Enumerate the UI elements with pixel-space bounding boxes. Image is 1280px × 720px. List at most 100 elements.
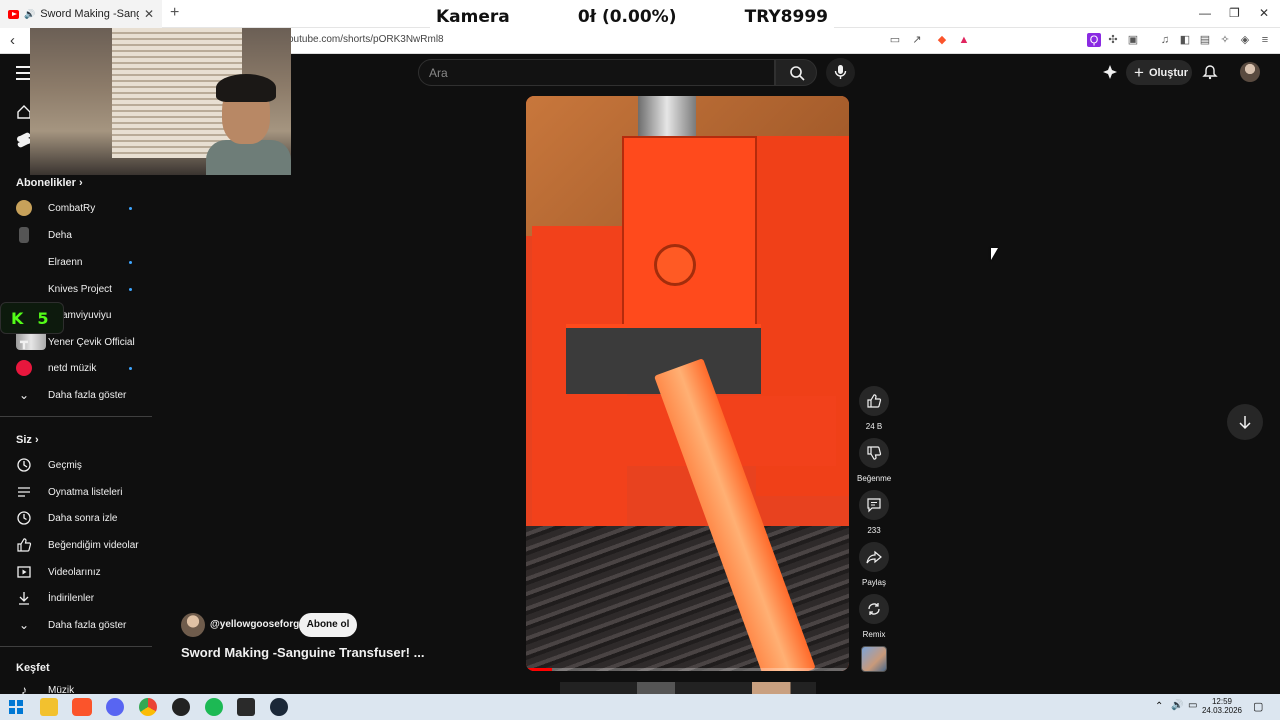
clock-time: 12:59 — [1211, 697, 1233, 706]
create-button[interactable]: + Oluştur — [1126, 60, 1192, 85]
close-tab-icon[interactable]: ✕ — [144, 7, 154, 21]
channel-avatar[interactable] — [181, 613, 205, 637]
thumbs-down-icon — [867, 446, 882, 460]
channel-name[interactable]: @yellowgooseforge — [210, 619, 305, 630]
spotify-icon[interactable] — [205, 698, 223, 716]
subscriptions-heading[interactable]: Abonelikler › — [16, 177, 83, 189]
brave-rewards-icon[interactable]: ▲ — [957, 33, 971, 47]
sidebar-item-yener-cevik[interactable]: ┳ Yener Çevik Official — [0, 329, 152, 355]
browser-tab[interactable]: 🔊 Sword Making -Sanguine Tra ✕ — [0, 0, 162, 28]
search-input[interactable]: Ara — [418, 59, 775, 86]
chevron-down-icon: ⌄ — [18, 618, 30, 632]
cast-icon[interactable]: ▭ — [888, 33, 902, 47]
obs-icon[interactable] — [172, 698, 190, 716]
you-heading[interactable]: Siz › — [16, 434, 39, 446]
leo-icon[interactable]: ✧ — [1218, 33, 1232, 47]
close-window-button[interactable]: ✕ — [1259, 6, 1269, 20]
share-action[interactable]: Paylaş — [857, 542, 891, 587]
sidebar-item-deha[interactable]: Deha — [0, 222, 152, 248]
sidebar-item-combatry[interactable]: CombatRy — [0, 195, 152, 221]
video-progress-bar[interactable] — [526, 668, 849, 671]
back-icon[interactable]: ‹ — [10, 32, 15, 49]
chevron-right-icon: › — [78, 177, 83, 189]
show-more-you[interactable]: ⌄ Daha fazla göster — [0, 612, 152, 638]
sidebar-item-history[interactable]: Geçmiş — [0, 452, 152, 478]
brave-shield-icon[interactable]: ◆ — [935, 33, 949, 47]
remix-action[interactable]: Remix — [857, 594, 891, 639]
remix-label: Remix — [862, 630, 886, 639]
file-explorer-icon[interactable] — [40, 698, 58, 716]
network-icon[interactable]: ▭ — [1188, 700, 1197, 711]
discord-icon[interactable] — [106, 698, 124, 716]
sidebar-item-netd-muzik[interactable]: netd müzik — [0, 355, 152, 381]
sidebar-icon[interactable]: ◧ — [1178, 33, 1192, 47]
sidebar-item-label: Videolarınız — [48, 566, 101, 578]
clock-date: 24.03.2026 — [1201, 706, 1243, 715]
sidebar-item-label: Yener Çevik Official — [48, 336, 135, 348]
sidebar-item-label: Knives Project — [48, 283, 112, 295]
youtube-favicon-icon — [8, 9, 19, 19]
extension-icon[interactable]: Ϙ — [1087, 33, 1101, 47]
sidebar-divider — [0, 416, 152, 417]
vpn-icon[interactable]: ◈ — [1238, 33, 1252, 47]
tab-search-icon[interactable]: ▣ — [1126, 33, 1140, 47]
windows-start-icon[interactable] — [9, 700, 23, 714]
new-content-dot — [129, 206, 132, 210]
volume-icon[interactable]: 🔊 — [1171, 700, 1183, 711]
sidebar-item-label: netd müzik — [48, 362, 97, 374]
chrome-icon[interactable] — [139, 698, 157, 716]
sidebar-item-elraenn[interactable]: Elraenn — [0, 249, 152, 275]
sound-thumbnail[interactable] — [861, 646, 887, 672]
video-title[interactable]: Sword Making -Sanguine Transfuser! ... — [181, 645, 424, 660]
tray-chevron-icon[interactable]: ⌃ — [1155, 701, 1163, 712]
video-scene-ram — [622, 136, 757, 326]
sidebar-item-label: Elraenn — [48, 256, 83, 268]
sidebar-item-playlists[interactable]: Oynatma listeleri — [0, 479, 152, 505]
notification-center-icon[interactable]: ▢ — [1253, 700, 1263, 713]
sidebar-item-knives-project[interactable]: Knives Project — [0, 276, 152, 302]
media-icon[interactable]: ♫ — [1158, 33, 1172, 47]
sidebar-item-your-videos[interactable]: Videolarınız — [0, 559, 152, 585]
subscribe-button[interactable]: Abone ol — [299, 613, 357, 637]
sidebar-item-label: CombatRy — [48, 202, 96, 214]
new-tab-button[interactable]: + — [170, 4, 179, 22]
puzzle-icon[interactable]: ✣ — [1106, 33, 1120, 47]
like-action[interactable]: 24 B — [857, 386, 891, 431]
sidebar-item-label: Deha — [48, 229, 72, 241]
epic-games-icon[interactable] — [237, 698, 255, 716]
sidebar-item-watch-later[interactable]: Daha sonra izle — [0, 505, 152, 531]
plus-icon: + — [1134, 62, 1144, 82]
sparkle-icon[interactable] — [1102, 64, 1118, 80]
comments-action[interactable]: 233 — [857, 490, 891, 535]
sidebar-item-label: Daha sonra izle — [48, 512, 118, 524]
next-short-button[interactable] — [1227, 404, 1263, 440]
search-button[interactable] — [775, 59, 817, 86]
account-avatar[interactable] — [1240, 62, 1260, 82]
share-page-icon[interactable]: ↗ — [910, 33, 924, 47]
kick-viewer-count: 5 — [37, 308, 49, 328]
speaker-icon[interactable]: 🔊 — [24, 9, 35, 20]
shorts-video-player[interactable] — [526, 96, 849, 671]
menu-icon[interactable]: ≡ — [1258, 33, 1272, 47]
clock[interactable]: 12:59 24.03.2026 — [1200, 697, 1244, 715]
like-icon — [17, 538, 32, 552]
wallet-icon[interactable]: ▤ — [1198, 33, 1212, 47]
restore-button[interactable]: ❐ — [1229, 6, 1240, 20]
create-label: Oluştur — [1148, 66, 1189, 79]
url-field[interactable]: outube.com/shorts/pORK3NwRml8 — [288, 34, 444, 45]
download-icon — [19, 592, 29, 605]
minimize-button[interactable]: — — [1199, 6, 1211, 20]
share-label: Paylaş — [861, 578, 886, 587]
notifications-bell-icon[interactable] — [1202, 64, 1218, 80]
steam-icon[interactable] — [270, 698, 288, 716]
brave-browser-icon[interactable] — [72, 698, 92, 716]
ticker-goal: TRY8999 — [744, 7, 828, 27]
remix-icon — [868, 603, 880, 615]
dislike-action[interactable]: Beğenme — [857, 438, 891, 483]
voice-search-button[interactable] — [826, 58, 855, 87]
sidebar-item-downloads[interactable]: İndirilenler — [0, 585, 152, 611]
sidebar-item-label: İndirilenler — [48, 592, 95, 604]
sidebar-item-liked-videos[interactable]: Beğendiğim videolar — [0, 532, 152, 558]
sidebar-item-label: Oynatma listeleri — [48, 486, 123, 498]
show-more-subscriptions[interactable]: ⌄ Daha fazla göster — [0, 382, 152, 408]
